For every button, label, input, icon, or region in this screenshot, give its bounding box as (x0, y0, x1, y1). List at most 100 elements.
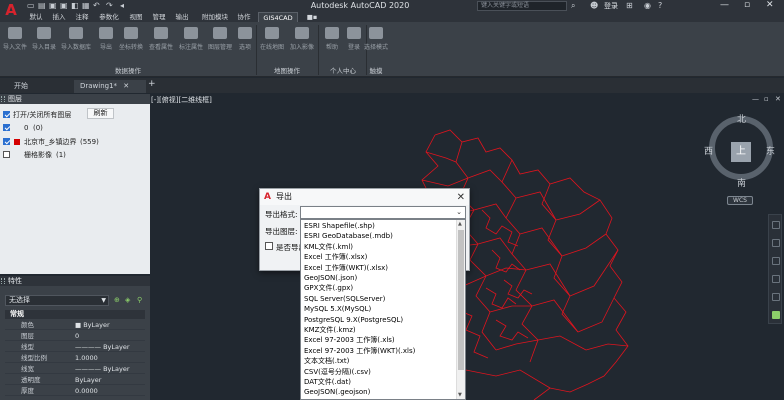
property-row[interactable]: 线宽 ———— ByLayer (5, 364, 145, 374)
viewport-restore-icon[interactable]: ▫ (764, 95, 769, 103)
property-row[interactable]: 颜色 ■ ByLayer (5, 320, 145, 330)
compass-south[interactable]: 南 (737, 176, 746, 189)
pan-icon[interactable] (772, 239, 780, 247)
compass-east[interactable]: 东 (766, 144, 775, 157)
checkbox-checked[interactable] (3, 111, 10, 118)
layer-item[interactable]: 0 (0) (0, 122, 150, 134)
user-icon[interactable]: ☻ (590, 1, 598, 10)
format-option[interactable]: GeoJSON(.json) (301, 273, 457, 283)
tab-insert[interactable]: 插入 (49, 12, 69, 22)
redo-icon[interactable]: ↷ (106, 1, 113, 10)
select-objects-icon[interactable]: ◈ (125, 296, 133, 304)
format-option[interactable]: DAT文件(.dat) (301, 377, 457, 387)
scroll-up-icon[interactable]: ▲ (458, 221, 462, 227)
navbar-grip-icon[interactable] (772, 311, 780, 319)
close-button[interactable]: ✕ (766, 0, 774, 10)
grip-icon[interactable] (1, 278, 5, 284)
undo-icon[interactable]: ↶ (93, 1, 100, 10)
a360-icon[interactable]: ◉ (644, 1, 651, 10)
format-option[interactable]: 文本文档(.txt) (301, 356, 457, 366)
format-option[interactable]: ESRI Shapefile(.shp) (301, 221, 457, 231)
layer-item[interactable]: 栅格影像 (1) (0, 149, 150, 161)
layer-item[interactable]: 北京市_乡镇边界 (559) (0, 136, 150, 148)
toggle-pickadd-icon[interactable]: ⊕ (114, 296, 122, 304)
format-option[interactable]: SQL Server(SQLServer) (301, 294, 457, 304)
new-tab-icon[interactable]: + (148, 79, 156, 89)
property-row[interactable]: 线型 ———— ByLayer (5, 342, 145, 352)
web-icon[interactable]: ◧ (71, 1, 79, 10)
format-option[interactable]: ESRI GeoDatabase(.mdb) (301, 231, 457, 241)
tab-parametric[interactable]: 参数化 (95, 12, 123, 22)
format-option[interactable]: KML文件(.kml) (301, 242, 457, 252)
wcs-menu-button[interactable]: WCS (727, 196, 753, 205)
refresh-button[interactable]: 刷新 (87, 108, 114, 119)
new-file-icon[interactable]: ▭ (27, 1, 35, 10)
select-mode-button[interactable]: 选择模式 (362, 25, 390, 63)
tab-annotate[interactable]: 注释 (72, 12, 92, 22)
format-option[interactable]: CSV(逗号分隔)(.csv) (301, 367, 457, 377)
viewport-close-icon[interactable]: ✕ (775, 95, 781, 103)
search-input[interactable]: 键入关键字或短语 (477, 1, 567, 11)
tab-gis4cad[interactable]: GIS4CAD (258, 12, 298, 22)
viewport-label[interactable]: [-][俯视][二维线框] (151, 95, 212, 105)
steering-wheel-icon[interactable] (772, 221, 780, 229)
format-select[interactable]: ⌄ (300, 206, 466, 219)
format-option[interactable]: Excel 工作簿(.xlsx) (301, 252, 457, 262)
minimize-button[interactable]: — (720, 0, 729, 10)
save-as-icon[interactable]: ▣ (60, 1, 68, 10)
open-file-icon[interactable]: ▤ (38, 1, 46, 10)
toggle-all-layers[interactable]: 打开/关闭所有图层 (0, 109, 150, 121)
format-option[interactable]: MySQL 5.X(MySQL) (301, 304, 457, 314)
compass-north[interactable]: 北 (737, 112, 746, 125)
format-option[interactable]: Excel 97-2003 工作簿(WKT)(.xls) (301, 346, 457, 356)
compass-west[interactable]: 西 (704, 144, 713, 157)
import-dir-button[interactable]: 导入目录 (30, 25, 58, 63)
cart-icon[interactable]: ⊞ (626, 1, 633, 10)
selection-dropdown[interactable]: 无选择 ▼ (5, 295, 109, 306)
share-icon[interactable]: ◂ (120, 1, 124, 10)
checkbox-checked[interactable] (3, 138, 10, 145)
login-link[interactable]: 登录 (604, 1, 618, 11)
checkbox-unchecked[interactable] (3, 151, 10, 158)
scrollbar-thumb[interactable] (458, 230, 464, 370)
tab-drawing1[interactable]: Drawing1* ✕ (74, 80, 146, 93)
scroll-down-icon[interactable]: ▼ (458, 392, 462, 398)
zoom-icon[interactable] (772, 257, 780, 265)
tab-addins[interactable]: 附加模块 (197, 12, 233, 22)
plot-icon[interactable]: ▦ (82, 1, 90, 10)
tab-collaborate[interactable]: 协作 (234, 12, 254, 22)
orbit-icon[interactable] (772, 275, 780, 283)
tab-view[interactable]: 视图 (126, 12, 146, 22)
export-checkbox[interactable] (265, 242, 273, 250)
showmotion-icon[interactable] (772, 293, 780, 301)
tab-default[interactable]: 默认 (26, 12, 46, 22)
format-option[interactable]: GeoJSON(.geojson) (301, 387, 457, 397)
grip-icon[interactable] (1, 96, 5, 102)
section-general[interactable]: 常规 (5, 310, 145, 319)
viewcube-top-face[interactable]: 上 (731, 142, 751, 162)
help-icon[interactable]: ? (658, 1, 662, 10)
format-option[interactable]: Excel 工作簿(WKT)(.xlsx) (301, 263, 457, 273)
viewport-minimize-icon[interactable]: — (752, 95, 759, 103)
property-row[interactable]: 厚度 0.0000 (5, 386, 145, 396)
autocad-logo-icon[interactable]: A (0, 0, 22, 22)
tab-manage[interactable]: 管理 (149, 12, 169, 22)
tab-more[interactable]: ■▪ (305, 12, 319, 22)
format-option[interactable]: Excel 97-2003 工作簿(.xls) (301, 335, 457, 345)
format-dropdown-list[interactable]: ESRI Shapefile(.shp) ESRI GeoDatabase(.m… (300, 219, 466, 400)
search-icon[interactable]: ⌕ (571, 1, 575, 11)
tab-start[interactable]: 开始 (8, 80, 34, 93)
format-option[interactable]: PostgreSQL 9.X(PostgreSQL) (301, 315, 457, 325)
close-icon[interactable]: ✕ (457, 190, 465, 206)
save-icon[interactable]: ▣ (49, 1, 57, 10)
format-option[interactable]: GPX文件(.gpx) (301, 283, 457, 293)
property-row[interactable]: 透明度 ByLayer (5, 375, 145, 385)
close-tab-icon[interactable]: ✕ (123, 82, 129, 90)
format-option[interactable]: KMZ文件(.kmz) (301, 325, 457, 335)
tab-output[interactable]: 输出 (172, 12, 192, 22)
quick-select-icon[interactable]: ⚲ (137, 296, 145, 304)
property-row[interactable]: 线型比例 1.0000 (5, 353, 145, 363)
property-row[interactable]: 图层 0 (5, 331, 145, 341)
checkbox-checked[interactable] (3, 124, 10, 131)
maximize-button[interactable]: ▫ (744, 0, 750, 10)
